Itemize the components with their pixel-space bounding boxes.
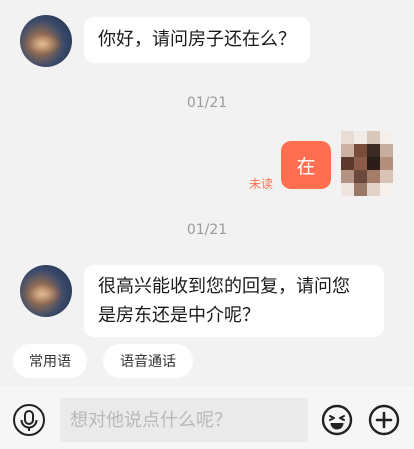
outgoing-message-bubble[interactable]: 在 [281, 141, 331, 189]
chip-label: 常用语 [29, 354, 71, 370]
unread-status: 未读 [249, 177, 274, 191]
message-text-line: 是房东还是中介呢？ [98, 305, 260, 326]
message-text: 你好，请问房子还在么？ [98, 29, 296, 50]
message-timestamp: 01/21 [186, 222, 228, 238]
message-timestamp: 01/21 [186, 95, 228, 111]
contact-avatar[interactable] [20, 15, 72, 67]
contact-avatar[interactable] [20, 265, 72, 317]
microphone-icon[interactable] [12, 403, 46, 437]
incoming-message-bubble[interactable]: 很高兴能收到您的回复，请问您 是房东还是中介呢？ [84, 265, 384, 337]
message-text: 在 [296, 155, 316, 178]
emoji-icon[interactable] [320, 403, 354, 437]
quick-reply-common-phrases[interactable]: 常用语 [13, 344, 87, 378]
incoming-message-bubble[interactable]: 你好，请问房子还在么？ [84, 17, 310, 63]
quick-reply-voice-call[interactable]: 语音通话 [103, 344, 193, 378]
plus-icon[interactable] [367, 403, 401, 437]
message-text-line: 很高兴能收到您的回复，请问您 [98, 276, 350, 297]
chip-label: 语音通话 [120, 354, 176, 370]
user-avatar[interactable] [341, 131, 393, 196]
message-input[interactable] [60, 398, 308, 442]
